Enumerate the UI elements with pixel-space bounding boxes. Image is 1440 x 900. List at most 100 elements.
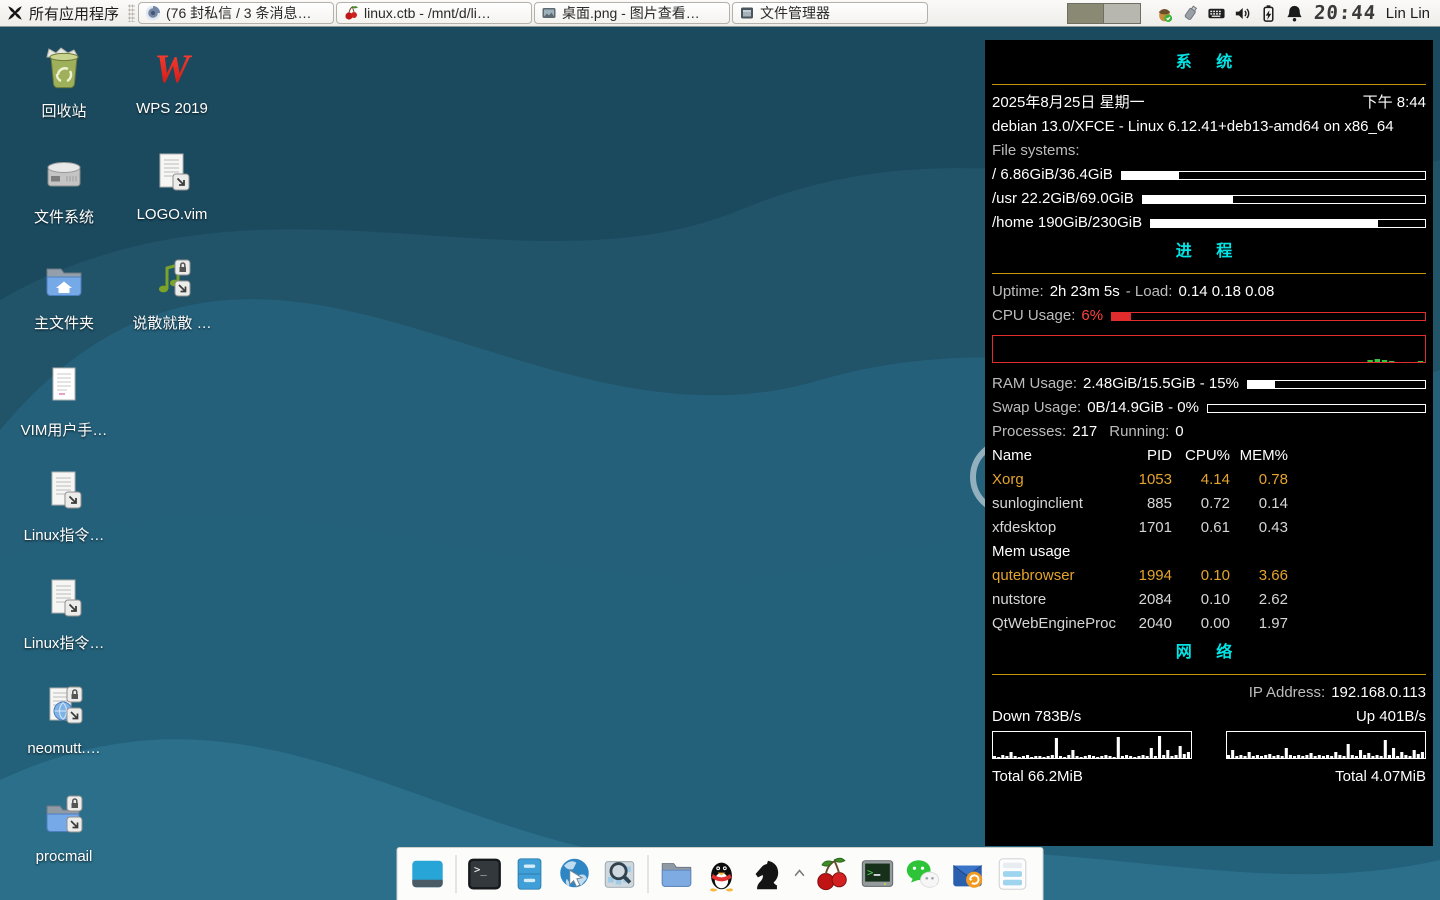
filesystem-row: /usr 22.2GiB/69.0GiB xyxy=(992,187,1426,211)
workspace-switcher xyxy=(1067,3,1141,24)
user-name-label[interactable]: Lin Lin xyxy=(1386,5,1430,22)
applications-menu-button[interactable]: 所有应用程序 xyxy=(4,1,125,26)
ip-address-label: IP Address: xyxy=(1249,681,1325,705)
desktop-icon-doc-link[interactable]: Linux指令… xyxy=(12,468,116,545)
svg-text:>: > xyxy=(867,867,873,879)
file-manager-icon xyxy=(739,5,755,21)
window-button-0[interactable]: (76 封私信 / 3 条消息… xyxy=(138,2,334,24)
volume-icon[interactable] xyxy=(1233,4,1252,23)
mail-sync-icon xyxy=(948,854,988,894)
doc-link-icon xyxy=(148,150,196,198)
desktop-icon-label: 回收站 xyxy=(12,100,116,121)
desktop-icon-folder-lock[interactable]: procmail xyxy=(12,792,116,865)
dock-launcher-mail-sync[interactable] xyxy=(948,854,988,894)
cherrytree-icon xyxy=(813,854,853,894)
ip-address-value: 192.168.0.113 xyxy=(1331,681,1426,705)
top-panel: 所有应用程序 (76 封私信 / 3 条消息… linux.ctb - /mnt/… xyxy=(0,0,1440,27)
cherrytree-small-icon xyxy=(343,5,359,21)
dock-launcher-list-panel[interactable] xyxy=(993,854,1033,894)
desktop-icon-wps[interactable]: WWPS 2019 xyxy=(120,44,224,117)
cabinet-icon xyxy=(510,854,550,894)
load-value: 0.14 0.18 0.08 xyxy=(1178,280,1274,304)
workspace-1[interactable] xyxy=(1067,3,1104,24)
keyboard-icon[interactable] xyxy=(1207,4,1226,23)
system-date: 2025年8月25日 星期一 xyxy=(992,91,1145,115)
desktop-icon-doc[interactable]: VIM用户手… xyxy=(12,363,116,440)
applications-menu-icon xyxy=(6,4,24,22)
workspace-2[interactable] xyxy=(1104,3,1141,24)
panel-handle[interactable] xyxy=(128,4,135,22)
swap-usage-value: 0B/14.9GiB - 0% xyxy=(1087,396,1199,420)
dock-launcher-terminal-green[interactable]: > xyxy=(858,854,898,894)
chess-knight-icon xyxy=(747,854,787,894)
dock-launcher-chess-knight[interactable] xyxy=(747,854,787,894)
system-time: 下午 8:44 xyxy=(1363,91,1426,115)
dock-launcher-globe-browser[interactable] xyxy=(555,854,595,894)
window-button-label: (76 封私信 / 3 条消息… xyxy=(166,3,311,23)
svg-text:>_: >_ xyxy=(474,864,487,876)
swap-usage-label: Swap Usage: xyxy=(992,396,1081,420)
desktop-icon-label: LOGO.vim xyxy=(120,206,224,223)
swap-usage-bar xyxy=(1207,404,1426,413)
window-button-1[interactable]: linux.ctb - /mnt/d/li… xyxy=(336,2,532,24)
dock-separator xyxy=(648,855,649,893)
window-button-label: 桌面.png - 图片查看… xyxy=(562,3,700,23)
desktop-icon-doc-link[interactable]: Linux指令… xyxy=(12,576,116,653)
desktop-icon-home-folder[interactable]: 主文件夹 xyxy=(12,256,116,333)
upload-total: Total 4.07MiB xyxy=(1335,765,1426,789)
wechat-icon xyxy=(903,854,943,894)
wps-icon: W xyxy=(148,44,196,92)
desktop-icon-label: Linux指令… xyxy=(12,632,116,653)
nutstore-icon[interactable] xyxy=(1155,4,1174,23)
desktop-icon-label: 主文件夹 xyxy=(12,312,116,333)
filesystem-bar xyxy=(1150,219,1426,228)
window-button-3[interactable]: 文件管理器 xyxy=(732,2,928,24)
window-button-2[interactable]: 桌面.png - 图片查看… xyxy=(534,2,730,24)
filesystem-label: /usr 22.2GiB/69.0GiB xyxy=(992,187,1134,211)
dock-launcher-folder[interactable] xyxy=(657,854,697,894)
usb-icon[interactable] xyxy=(1181,4,1200,23)
running-label: Running: xyxy=(1109,420,1169,444)
recycle-bin-icon xyxy=(40,44,88,92)
desktop-icon-music-lock[interactable]: 说散就散 … xyxy=(120,256,224,333)
dock-launcher-app-finder[interactable] xyxy=(600,854,640,894)
load-label: - Load: xyxy=(1126,280,1173,304)
dock-launcher-qq[interactable] xyxy=(702,854,742,894)
os-version-line: debian 13.0/XFCE - Linux 6.12.41+deb13-a… xyxy=(992,115,1394,139)
qutebrowser-icon xyxy=(145,5,161,21)
filesystem-bar xyxy=(1142,195,1426,204)
cpu-usage-value: 6% xyxy=(1081,304,1103,328)
show-desktop-icon xyxy=(408,854,448,894)
battery-icon[interactable] xyxy=(1259,4,1278,23)
globe-browser-icon xyxy=(555,854,595,894)
desktop-icon-recycle-bin[interactable]: 回收站 xyxy=(12,44,116,121)
terminal-green-icon: > xyxy=(858,854,898,894)
caret-icon xyxy=(792,854,808,894)
filesystem-row: /home 190GiB/230GiB xyxy=(992,211,1426,235)
desktop-icon-doc-link[interactable]: LOGO.vim xyxy=(120,150,224,223)
folder-icon xyxy=(657,854,697,894)
panel-clock[interactable]: 20:44 xyxy=(1313,2,1377,24)
dock-expander-caret[interactable] xyxy=(792,854,808,894)
dock-launcher-cherrytree[interactable] xyxy=(813,854,853,894)
running-count: 0 xyxy=(1175,420,1183,444)
dock-launcher-wechat[interactable] xyxy=(903,854,943,894)
dock-launcher-terminal-dark[interactable]: >_ xyxy=(465,854,505,894)
desktop-icon-web-doc-lock[interactable]: neomutt.… xyxy=(12,684,116,757)
section-divider xyxy=(992,273,1426,274)
process-row: QtWebEngineProc20400.001.97 xyxy=(992,612,1426,636)
ram-usage-value: 2.48GiB/15.5GiB - 15% xyxy=(1083,372,1239,396)
process-row: sunloginclient8850.720.14 xyxy=(992,492,1426,516)
process-row: xfdesktop17010.610.43 xyxy=(992,516,1426,540)
mem-usage-label: Mem usage xyxy=(992,540,1426,564)
upload-history-graph xyxy=(1226,731,1426,759)
qq-icon xyxy=(702,854,742,894)
system-tray xyxy=(1155,4,1304,23)
bell-icon[interactable] xyxy=(1285,4,1304,23)
section-title-processes: 进 程 xyxy=(992,235,1426,265)
processes-label: Processes: xyxy=(992,420,1066,444)
dock-launcher-cabinet[interactable] xyxy=(510,854,550,894)
dock-launcher-show-desktop[interactable] xyxy=(408,854,448,894)
desktop-icon-filesystem[interactable]: 文件系统 xyxy=(12,150,116,227)
cpu-history-graph xyxy=(992,335,1426,363)
